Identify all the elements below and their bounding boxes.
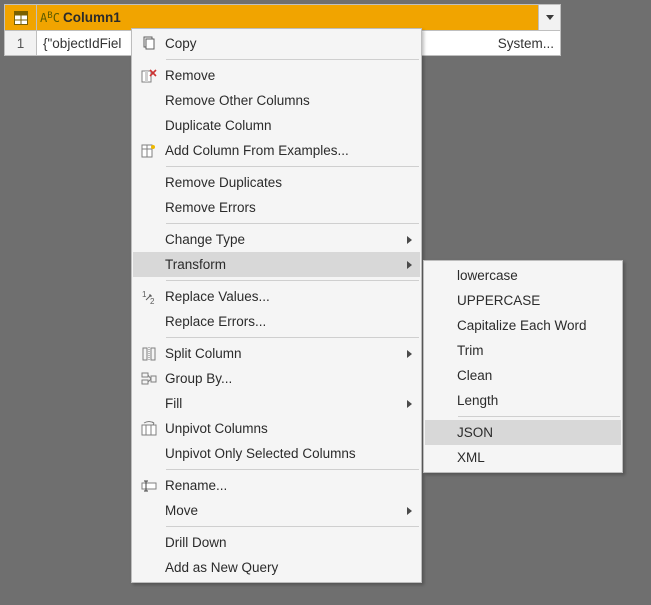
menu-separator xyxy=(458,416,620,417)
submenu-arrow-icon xyxy=(407,507,412,515)
replace-values-icon: 1 2 xyxy=(133,289,165,305)
submenu-arrow-icon xyxy=(407,350,412,358)
submenu-arrow-icon xyxy=(407,236,412,244)
menu-label: Replace Errors... xyxy=(165,314,402,329)
menu-change-type[interactable]: Change Type xyxy=(133,227,420,252)
menu-fill[interactable]: Fill xyxy=(133,391,420,416)
menu-remove[interactable]: Remove xyxy=(133,63,420,88)
menu-xml[interactable]: XML xyxy=(425,445,621,470)
menu-label: XML xyxy=(457,450,603,465)
cell-text-left: {"objectIdFiel xyxy=(43,36,121,51)
column-type-icon: ABC xyxy=(37,11,63,25)
menu-label: Duplicate Column xyxy=(165,118,402,133)
menu-separator xyxy=(166,526,419,527)
menu-uppercase[interactable]: UPPERCASE xyxy=(425,288,621,313)
copy-icon xyxy=(133,36,165,52)
submenu-arrow-icon xyxy=(407,400,412,408)
menu-label: Unpivot Only Selected Columns xyxy=(165,446,402,461)
menu-label: lowercase xyxy=(457,268,603,283)
menu-label: Change Type xyxy=(165,232,402,247)
menu-label: Trim xyxy=(457,343,603,358)
submenu-arrow-icon xyxy=(407,261,412,269)
menu-label: Fill xyxy=(165,396,402,411)
menu-remove-errors[interactable]: Remove Errors xyxy=(133,195,420,220)
add-column-icon xyxy=(133,143,165,159)
table-icon xyxy=(14,11,28,25)
menu-label: UPPERCASE xyxy=(457,293,603,308)
menu-separator xyxy=(166,166,419,167)
menu-json[interactable]: JSON xyxy=(425,420,621,445)
menu-label: Remove Errors xyxy=(165,200,402,215)
chevron-down-icon xyxy=(546,15,554,20)
menu-duplicate-column[interactable]: Duplicate Column xyxy=(133,113,420,138)
cell-text-right: System... xyxy=(498,36,554,51)
menu-replace-errors[interactable]: Replace Errors... xyxy=(133,309,420,334)
group-by-icon xyxy=(133,371,165,387)
menu-label: Length xyxy=(457,393,603,408)
column-filter-button[interactable] xyxy=(538,5,560,30)
menu-label: Capitalize Each Word xyxy=(457,318,603,333)
menu-move[interactable]: Move xyxy=(133,498,420,523)
menu-label: Remove Duplicates xyxy=(165,175,402,190)
select-all-corner[interactable] xyxy=(5,5,37,30)
row-number: 1 xyxy=(5,31,37,55)
menu-capitalize[interactable]: Capitalize Each Word xyxy=(425,313,621,338)
menu-drill-down[interactable]: Drill Down xyxy=(133,530,420,555)
menu-label: Rename... xyxy=(165,478,402,493)
menu-label: Add as New Query xyxy=(165,560,402,575)
menu-lowercase[interactable]: lowercase xyxy=(425,263,621,288)
menu-remove-duplicates[interactable]: Remove Duplicates xyxy=(133,170,420,195)
column-name: Column1 xyxy=(63,10,121,25)
menu-separator xyxy=(166,59,419,60)
unpivot-icon xyxy=(133,421,165,437)
rename-icon xyxy=(133,478,165,494)
menu-label: Copy xyxy=(165,36,402,51)
menu-separator xyxy=(166,280,419,281)
menu-separator xyxy=(166,337,419,338)
menu-rename[interactable]: Rename... xyxy=(133,473,420,498)
menu-group-by[interactable]: Group By... xyxy=(133,366,420,391)
menu-label: Remove xyxy=(165,68,402,83)
menu-replace-values[interactable]: 1 2 Replace Values... xyxy=(133,284,420,309)
menu-label: Replace Values... xyxy=(165,289,402,304)
menu-label: Move xyxy=(165,503,402,518)
menu-label: Add Column From Examples... xyxy=(165,143,402,158)
menu-label: Group By... xyxy=(165,371,402,386)
remove-column-icon xyxy=(133,68,165,84)
menu-clean[interactable]: Clean xyxy=(425,363,621,388)
menu-label: Transform xyxy=(165,257,402,272)
menu-separator xyxy=(166,223,419,224)
menu-label: JSON xyxy=(457,425,603,440)
stage: ABC Column1 1 {"objectIdFiel System... C… xyxy=(0,0,651,605)
menu-split-column[interactable]: Split Column xyxy=(133,341,420,366)
column-context-menu: Copy Remove Remove Other Columns Duplica… xyxy=(131,28,422,583)
menu-copy[interactable]: Copy xyxy=(133,31,420,56)
transform-submenu: lowercase UPPERCASE Capitalize Each Word… xyxy=(423,260,623,473)
column-header[interactable]: ABC Column1 xyxy=(37,5,560,30)
menu-label: Split Column xyxy=(165,346,402,361)
menu-label: Unpivot Columns xyxy=(165,421,402,436)
menu-transform[interactable]: Transform xyxy=(133,252,420,277)
menu-trim[interactable]: Trim xyxy=(425,338,621,363)
menu-add-column-from-examples[interactable]: Add Column From Examples... xyxy=(133,138,420,163)
svg-text:1: 1 xyxy=(142,290,147,299)
menu-unpivot-columns[interactable]: Unpivot Columns xyxy=(133,416,420,441)
split-column-icon xyxy=(133,346,165,362)
menu-add-as-new-query[interactable]: Add as New Query xyxy=(133,555,420,580)
menu-label: Clean xyxy=(457,368,603,383)
menu-remove-other-columns[interactable]: Remove Other Columns xyxy=(133,88,420,113)
menu-label: Remove Other Columns xyxy=(165,93,402,108)
menu-unpivot-selected[interactable]: Unpivot Only Selected Columns xyxy=(133,441,420,466)
menu-separator xyxy=(166,469,419,470)
menu-length[interactable]: Length xyxy=(425,388,621,413)
svg-text:2: 2 xyxy=(150,297,155,305)
menu-label: Drill Down xyxy=(165,535,402,550)
